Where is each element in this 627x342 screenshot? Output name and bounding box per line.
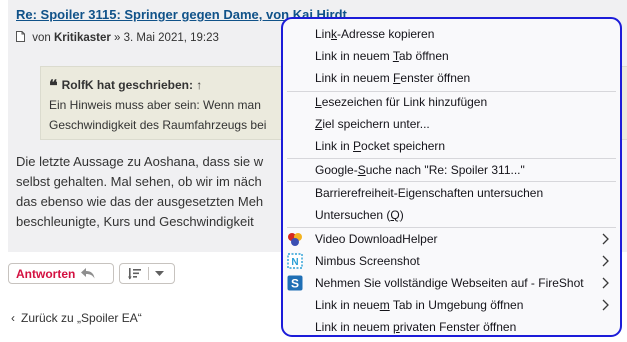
back-to-forum-link[interactable]: ‹ Zurück zu „Spoiler EA“: [11, 311, 142, 325]
post-date: » 3. Mai 2021, 19:23: [114, 32, 219, 44]
submenu-arrow-icon: [602, 299, 609, 311]
reply-button[interactable]: Antworten: [8, 263, 114, 284]
menu-item-label: Nehmen Sie vollständige Webseiten auf - …: [315, 276, 584, 290]
menu-item-video-downloadhelper[interactable]: Video DownloadHelper: [283, 229, 620, 249]
submenu-arrow-icon: [602, 255, 609, 267]
post-body-line: das ebenso wie das der ausgesetzten Meh: [16, 194, 264, 209]
quote-line: Ein Hinweis muss aber sein: Wenn man: [49, 98, 261, 112]
post-tools-button[interactable]: [119, 263, 175, 284]
menu-item-label: Untersuchen (Q): [315, 208, 404, 222]
submenu-arrow-icon: [602, 233, 609, 245]
caret-down-icon: [155, 270, 164, 276]
menu-item-label: Ziel speichern unter...: [315, 117, 430, 131]
post-body-line: selbst gehalten. Mal sehen, ob wir im nä…: [16, 174, 262, 189]
menu-separator: [287, 227, 616, 228]
menu-separator: [287, 181, 616, 182]
menu-separator: [287, 158, 616, 159]
menu-item-google-search[interactable]: Google-Suche nach "Re: Spoiler 311...": [283, 160, 620, 180]
menu-item-label: Google-Suche nach "Re: Spoiler 311...": [315, 163, 525, 177]
menu-item-bookmark-link[interactable]: Lesezeichen für Link hinzufügen: [283, 92, 620, 112]
menu-item-label: Link in Pocket speichern: [315, 139, 446, 153]
menu-item-save-target[interactable]: Ziel speichern unter...: [283, 114, 620, 134]
post-body-line: beschleunigte, Kurs und Geschwindigkeit: [16, 214, 254, 229]
reply-button-label: Antworten: [16, 266, 76, 281]
reply-arrow-icon: [81, 268, 95, 279]
menu-item-label: Link-Adresse kopieren: [315, 27, 435, 41]
menu-item-open-in-tab[interactable]: Link in neuem Tab öffnen: [283, 46, 620, 66]
post-meta: von Kritikaster » 3. Mai 2021, 19:23: [16, 31, 219, 44]
menu-item-label: Lesezeichen für Link hinzufügen: [315, 95, 488, 109]
menu-item-label: Link in neuem privaten Fenster öffnen: [315, 320, 517, 334]
menu-item-open-in-window[interactable]: Link in neuem Fenster öffnen: [283, 68, 620, 88]
quote-author[interactable]: RolfK hat geschrieben: ↑: [62, 78, 203, 92]
back-link-label: Zurück zu „Spoiler EA“: [21, 311, 142, 325]
quote-header: ❝ RolfK hat geschrieben: ↑: [49, 76, 202, 96]
button-divider: [148, 267, 149, 280]
quote-line: Geschwindigkeit des Raumfahrzeugs bei: [49, 118, 267, 132]
menu-item-label: Link in neuem Tab in Umgebung öffnen: [315, 298, 524, 312]
video-downloadhelper-icon: [288, 233, 302, 246]
post-document-icon[interactable]: [16, 31, 25, 42]
fireshot-icon: S: [287, 275, 303, 291]
menu-item-fireshot[interactable]: S Nehmen Sie vollständige Webseiten auf …: [283, 273, 620, 293]
sort-icon: [128, 267, 141, 279]
menu-item-copy-link[interactable]: Link-Adresse kopieren: [283, 24, 620, 44]
menu-item-nimbus-screenshot[interactable]: N Nimbus Screenshot: [283, 251, 620, 271]
author-link[interactable]: Kritikaster: [54, 32, 111, 44]
menu-item-label: Link in neuem Tab öffnen: [315, 49, 449, 63]
menu-item-label: Nimbus Screenshot: [315, 254, 420, 268]
svg-text:S: S: [291, 277, 299, 291]
quote-mark-icon: ❝: [49, 78, 58, 95]
svg-text:N: N: [291, 257, 298, 268]
menu-item-save-to-pocket[interactable]: Link in Pocket speichern: [283, 136, 620, 156]
context-menu: Link-Adresse kopieren Link in neuem Tab …: [281, 17, 622, 337]
menu-item-label: Barrierefreiheit-Eigenschaften untersuch…: [315, 186, 544, 200]
chevron-left-icon: ‹: [11, 311, 15, 325]
menu-item-open-tab-in-container[interactable]: Link in neuem Tab in Umgebung öffnen: [283, 295, 620, 315]
post-body-line: Die letzte Aussage zu Aoshana, dass sie …: [16, 154, 264, 169]
nimbus-screenshot-icon: N: [287, 253, 303, 269]
menu-item-open-private-window[interactable]: Link in neuem privaten Fenster öffnen: [283, 317, 620, 337]
submenu-arrow-icon: [602, 277, 609, 289]
menu-item-inspect[interactable]: Untersuchen (Q): [283, 205, 620, 225]
menu-item-label: Link in neuem Fenster öffnen: [315, 71, 471, 85]
menu-item-label: Video DownloadHelper: [315, 232, 438, 246]
menu-item-inspect-accessibility[interactable]: Barrierefreiheit-Eigenschaften untersuch…: [283, 183, 620, 203]
meta-prefix: von: [32, 32, 51, 44]
